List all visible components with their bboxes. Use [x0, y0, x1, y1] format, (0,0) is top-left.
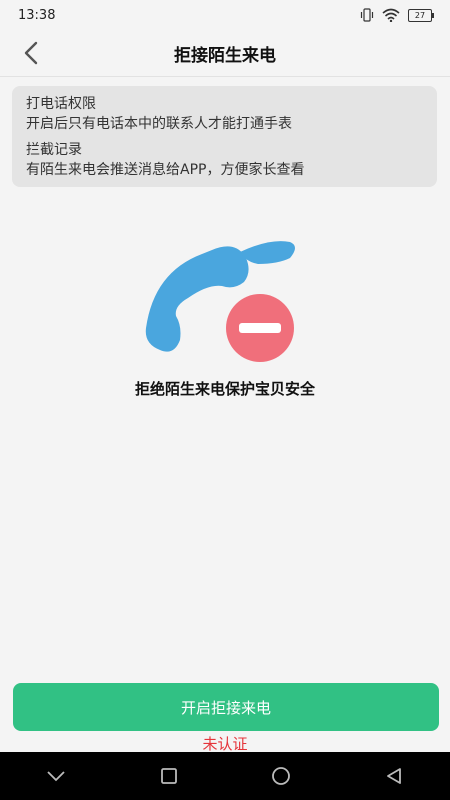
call-permission-desc: 开启后只有电话本中的联系人才能打通手表 [26, 116, 292, 132]
wifi-icon [382, 8, 400, 22]
intercept-record-title: 拦截记录 [26, 142, 82, 158]
back-triangle-icon[interactable] [374, 756, 414, 796]
page-title: 拒接陌生来电 [174, 45, 276, 66]
battery-icon: 27 [408, 8, 434, 22]
status-icons: 27 [360, 8, 434, 22]
vibrate-icon [360, 8, 374, 22]
intercept-record-desc: 有陌生来电会推送消息给APP，方便家长查看 [26, 162, 305, 178]
system-navigation-bar [0, 752, 450, 800]
block-icon [226, 294, 294, 362]
chevron-left-icon [24, 41, 38, 65]
navigation-bar: 拒接陌生来电 [0, 30, 450, 77]
call-permission-title: 打电话权限 [26, 96, 96, 112]
slogan-text: 拒绝陌生来电保护宝贝安全 [134, 380, 315, 398]
home-icon[interactable] [261, 756, 301, 796]
intercept-record-section: 拦截记录 有陌生来电会推送消息给APP，方便家长查看 [26, 140, 423, 180]
back-button[interactable] [16, 38, 46, 68]
info-card: 打电话权限 开启后只有电话本中的联系人才能打通手表 拦截记录 有陌生来电会推送消… [12, 86, 437, 187]
status-bar: 13:38 27 [0, 0, 450, 30]
enable-reject-calls-button[interactable]: 开启拒接来电 [13, 683, 439, 731]
call-permission-section: 打电话权限 开启后只有电话本中的联系人才能打通手表 [26, 94, 423, 134]
phone-blocked-icon [145, 241, 295, 362]
back-chevron-icon[interactable] [36, 756, 76, 796]
recents-icon[interactable] [149, 756, 189, 796]
verification-status: 未认证 [202, 735, 248, 753]
status-time: 13:38 [18, 7, 56, 23]
